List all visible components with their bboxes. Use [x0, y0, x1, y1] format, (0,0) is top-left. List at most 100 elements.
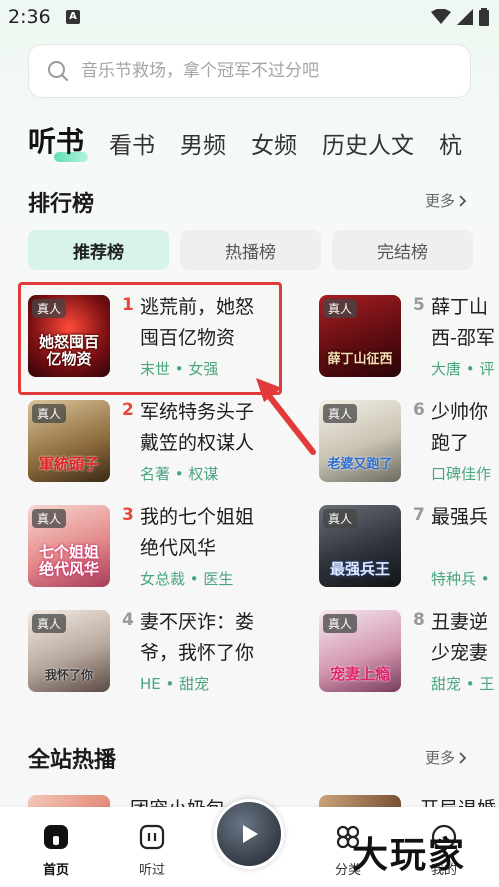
title-line-1: 军统特务头子 — [140, 401, 255, 423]
tab-history[interactable]: 历史人文 — [322, 126, 414, 160]
book-tags: 口碑佳作 — [431, 465, 492, 483]
status-icons — [431, 8, 489, 26]
cover-text: 我怀了你 — [44, 667, 93, 682]
book-cover: 真人 最强兵王 — [319, 505, 401, 587]
book-title: 薛丁山西-邵军 — [431, 295, 499, 354]
now-playing-button[interactable] — [214, 799, 284, 869]
list-item[interactable]: 真人 我怀了你 4 妻不厌诈：娄 爷，我怀了你 HE • 甜宠 — [28, 610, 298, 700]
real-person-badge: 真人 — [323, 509, 358, 528]
subtab-finished[interactable]: 完结榜 — [332, 230, 473, 270]
book-tags: 女总裁 • 医生 — [140, 570, 234, 588]
book-cover: 真人 軍統頭子 — [28, 400, 110, 482]
cover-text: 最强兵王 — [329, 559, 390, 578]
title-line-1: 丑妻逆 — [431, 611, 489, 633]
rank-number: 5 — [413, 295, 425, 315]
title-line-1: 薛丁山 — [431, 296, 489, 318]
rank-number: 6 — [413, 400, 425, 420]
list-item[interactable]: 真人 薛丁山征西 5 薛丁山西-邵军 大唐 • 评 — [319, 295, 499, 385]
title-line-1: 我的七个姐姐 — [140, 506, 255, 528]
rank-number: 8 — [413, 610, 425, 630]
search-icon — [48, 61, 68, 81]
real-person-badge: 真人 — [323, 404, 358, 423]
search-input[interactable] — [81, 61, 441, 81]
list-item[interactable]: 真人 最强兵王 7 最强兵 特种兵 • — [319, 505, 499, 595]
title-line-2: 爷，我怀了你 — [140, 642, 255, 664]
rank-number: 4 — [122, 610, 134, 630]
book-tags: 名著 • 权谋 — [140, 465, 219, 483]
title-line-2: 跑了 — [431, 432, 470, 454]
cover-text: 軍統頭子 — [38, 454, 99, 473]
home-icon — [44, 825, 68, 849]
nav-history-label: 听过 — [138, 863, 165, 878]
highlight-box — [18, 282, 282, 395]
book-title: 我的七个姐姐 绝代风华 — [140, 502, 290, 564]
ranking-subtabs: 推荐榜 热播榜 完结榜 — [28, 230, 473, 270]
chevron-right-icon — [459, 194, 467, 207]
rank-number: 2 — [122, 400, 134, 420]
book-cover: 真人 七个姐姐绝代风华 — [28, 505, 110, 587]
cover-text: 薛丁山征西 — [327, 351, 393, 367]
tab-female[interactable]: 女频 — [251, 126, 297, 160]
watermark: 大玩家 — [352, 835, 467, 876]
title-line-2: 戴笠的权谋人 — [140, 432, 255, 454]
real-person-badge: 真人 — [32, 614, 67, 633]
list-item[interactable]: 真人 宠妻上瘾 8 丑妻逆 少宠妻 甜宠 • 王 — [319, 610, 499, 700]
tab-read[interactable]: 看书 — [109, 126, 155, 160]
status-time: 2:36 — [8, 6, 51, 28]
cover-text: 七个姐姐绝代风华 — [38, 543, 99, 578]
title-line-2: 绝代风华 — [140, 537, 217, 559]
tab-listen[interactable]: 听书 — [28, 120, 89, 162]
real-person-badge: 真人 — [323, 299, 358, 318]
title-line-1: 最强兵 — [431, 506, 489, 528]
hot-more-label: 更多 — [424, 749, 455, 767]
ranking-title: 排行榜 — [28, 192, 95, 217]
status-bar: 2:36 A — [0, 0, 499, 34]
book-title: 少帅你 跑了 — [431, 400, 499, 459]
hot-title-right[interactable]: 开局退婚 — [420, 794, 496, 807]
book-cover: 真人 老婆又跑了 — [319, 400, 401, 482]
play-icon — [243, 825, 258, 843]
battery-icon — [479, 8, 489, 26]
nav-home-label: 首页 — [42, 863, 69, 878]
book-cover: 真人 我怀了你 — [28, 610, 110, 692]
book-cover: 真人 薛丁山征西 — [319, 295, 401, 377]
rank-number: 3 — [122, 505, 134, 525]
book-tags: 大唐 • 评 — [431, 360, 495, 378]
hot-more-button[interactable]: 更多 — [425, 747, 467, 768]
real-person-badge: 真人 — [32, 509, 67, 528]
hot-cover-right[interactable] — [319, 795, 401, 807]
book-title: 丑妻逆 少宠妻 — [431, 610, 499, 669]
notification-icon: A — [66, 10, 80, 24]
wifi-icon — [431, 9, 451, 24]
category-tabs: 听书 看书 男频 女频 历史人文 杭 — [28, 116, 487, 162]
ranking-more-button[interactable]: 更多 — [425, 190, 467, 211]
title-line-1: 少帅你 — [431, 401, 489, 423]
book-title: 妻不厌诈：娄 爷，我怀了你 — [140, 607, 290, 669]
nav-home[interactable]: 首页 — [26, 823, 86, 878]
tab-male[interactable]: 男频 — [180, 126, 226, 160]
hot-cover-left[interactable] — [28, 795, 110, 807]
ranking-more-label: 更多 — [424, 192, 455, 210]
title-line-1: 妻不厌诈：娄 — [140, 611, 255, 633]
book-cover: 真人 宠妻上瘾 — [319, 610, 401, 692]
search-bar[interactable] — [28, 44, 471, 98]
cover-text: 老婆又跑了 — [327, 456, 393, 472]
subtab-hot[interactable]: 热播榜 — [180, 230, 321, 270]
book-tags: 甜宠 • 王 — [431, 675, 495, 693]
nav-history[interactable]: 听过 — [122, 823, 182, 878]
list-item[interactable]: 真人 老婆又跑了 6 少帅你跑了 口碑佳作 — [319, 400, 499, 490]
rank-number: 7 — [413, 505, 425, 525]
book-tags: 特种兵 • — [431, 570, 490, 588]
list-item[interactable]: 真人 七个姐姐绝代风华 3 我的七个姐姐 绝代风华 女总裁 • 医生 — [28, 505, 298, 595]
hot-title-left[interactable]: 团宠小奶包 — [130, 794, 225, 807]
real-person-badge: 真人 — [323, 614, 358, 633]
chevron-right-icon — [459, 751, 467, 764]
signal-icon — [457, 9, 473, 25]
history-icon — [139, 824, 165, 850]
tab-hang[interactable]: 杭 — [439, 126, 462, 160]
subtab-recommend[interactable]: 推荐榜 — [28, 230, 169, 270]
book-title: 最强兵 — [431, 505, 499, 533]
hot-title: 全站热播 — [28, 748, 117, 773]
title-line-2: 西-邵军 — [431, 327, 495, 349]
real-person-badge: 真人 — [32, 404, 67, 423]
